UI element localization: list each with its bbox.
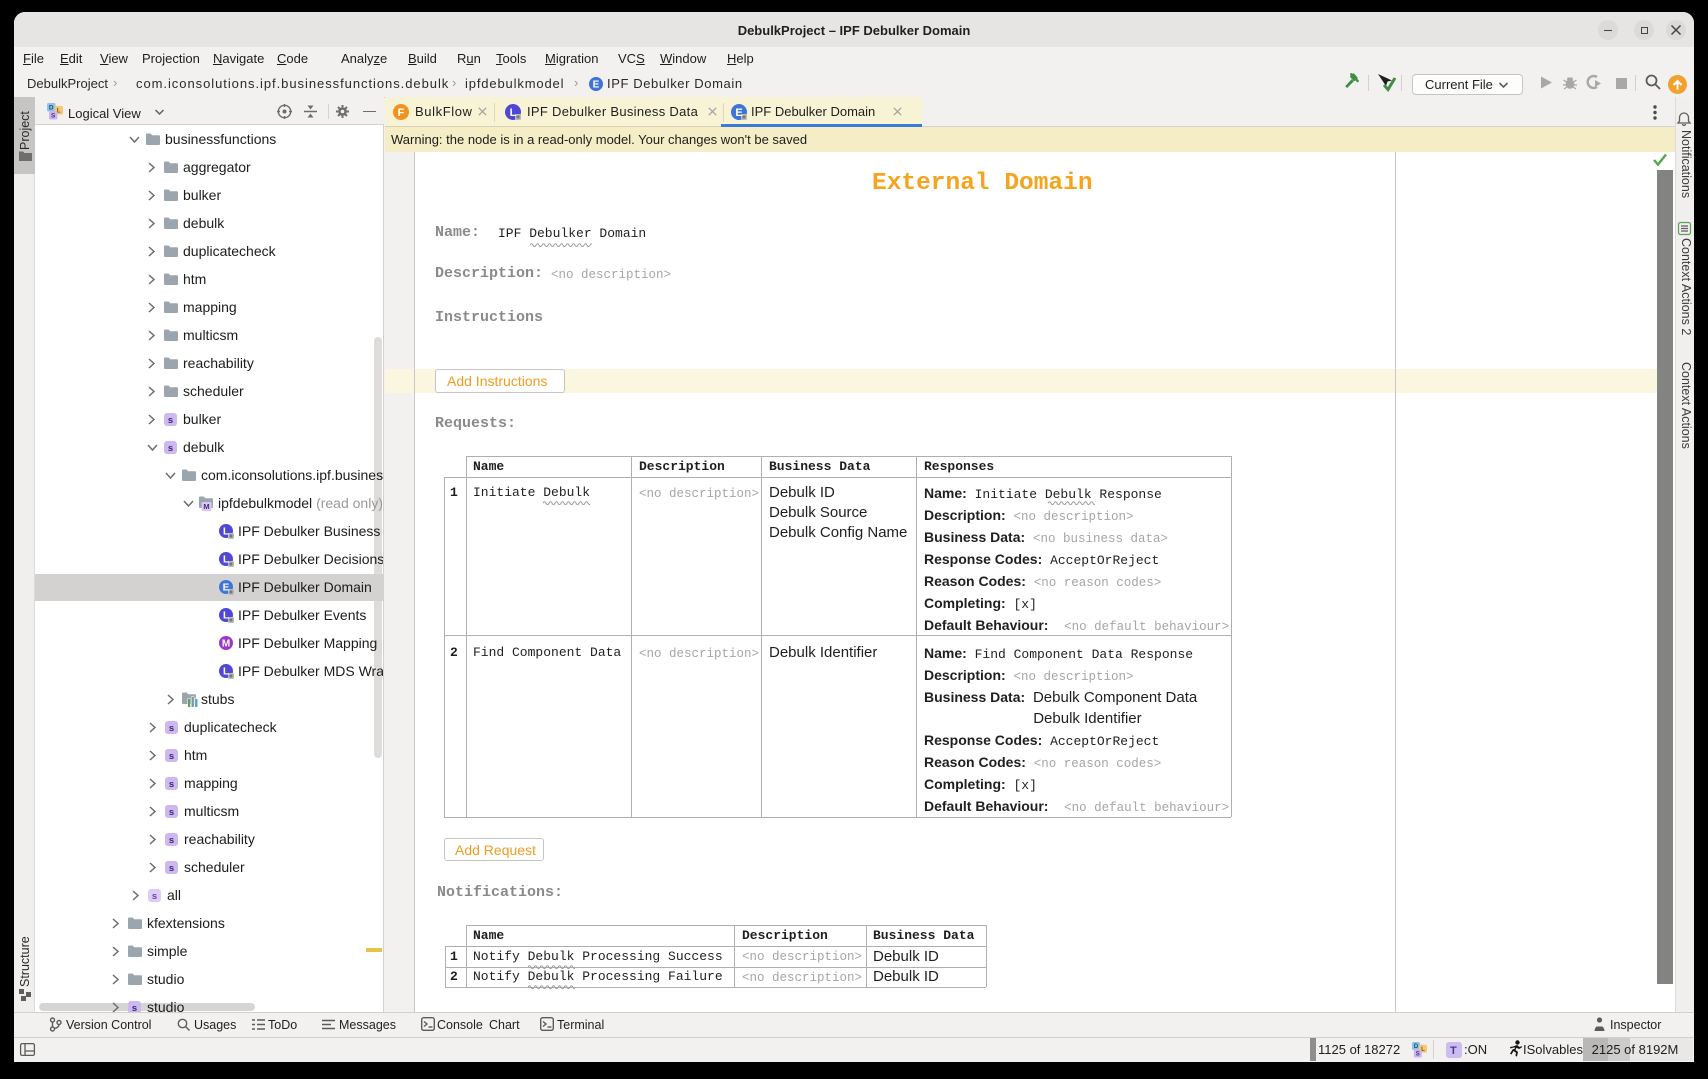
svg-text:s: s: [169, 751, 174, 762]
svg-text:L: L: [223, 610, 229, 621]
svg-text:L: L: [223, 666, 229, 677]
svg-text:M: M: [222, 638, 230, 649]
svg-text:E: E: [223, 582, 230, 593]
svg-text:M: M: [203, 502, 209, 511]
svg-text:S: S: [51, 112, 56, 119]
svg-text:s: s: [169, 807, 174, 818]
svg-text:D: D: [1414, 1044, 1419, 1050]
svg-text:s: s: [169, 779, 174, 790]
svg-text:E: E: [735, 107, 742, 119]
svg-text:s: s: [169, 863, 174, 874]
svg-text:s: s: [169, 723, 174, 734]
svg-text:F: F: [398, 107, 405, 119]
svg-text:L: L: [223, 554, 229, 565]
svg-text:s: s: [169, 835, 174, 846]
svg-text:s: s: [168, 415, 173, 426]
svg-text:s: s: [168, 443, 173, 454]
svg-text:S: S: [1416, 1052, 1420, 1058]
svg-text:E: E: [593, 80, 600, 91]
svg-text:L: L: [510, 107, 517, 119]
svg-text:L: L: [223, 526, 229, 537]
svg-text:s: s: [152, 891, 157, 902]
svg-text:D: D: [49, 104, 54, 111]
